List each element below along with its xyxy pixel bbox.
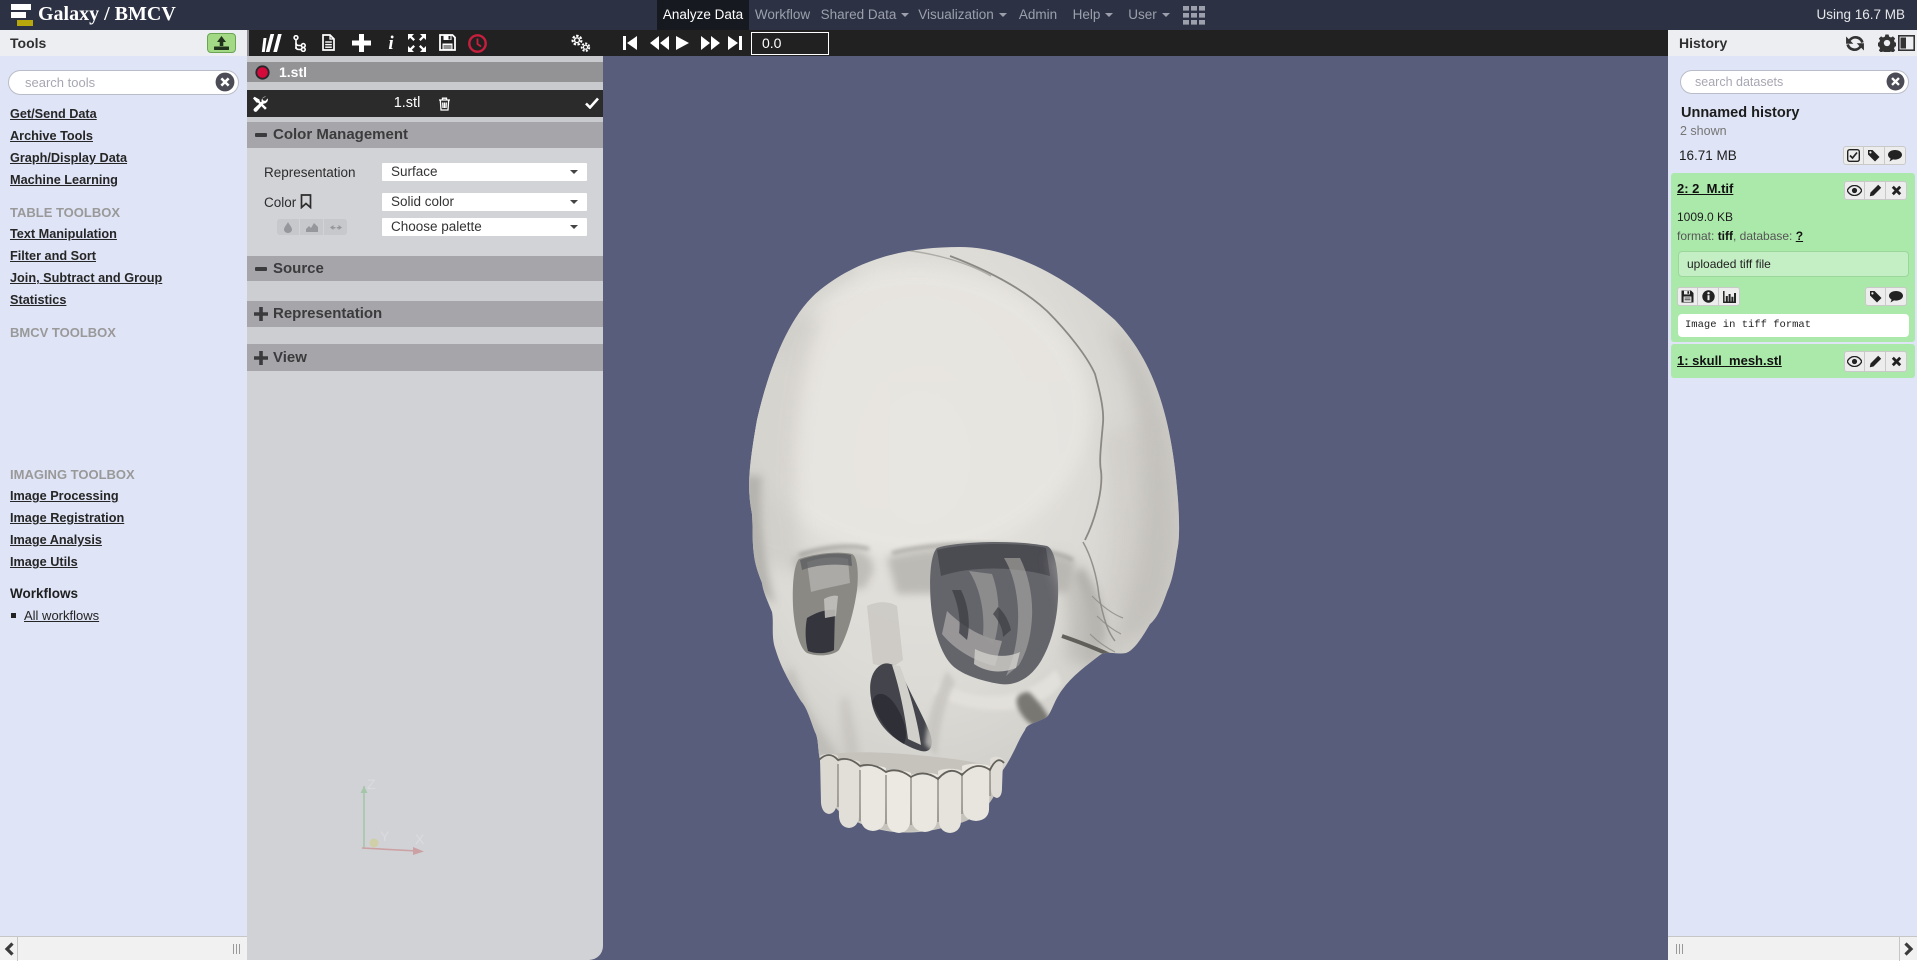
svg-text:i: i	[388, 34, 394, 52]
svg-text:Z: Z	[367, 776, 376, 792]
svg-text:Y: Y	[380, 828, 390, 844]
svg-text:X: X	[415, 831, 425, 847]
